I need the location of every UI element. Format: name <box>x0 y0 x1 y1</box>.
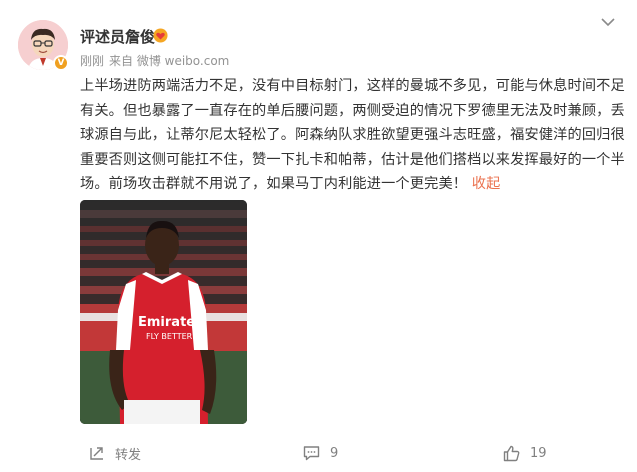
weibo-post-card: 评述员詹俊 刚刚来自 微博 weibo.com 上半场进防两端活力不足，没有中目… <box>0 0 637 472</box>
comment-icon <box>303 446 320 461</box>
post-body: 上半场进防两端活力不足，没有中目标射门，这样的曼城不多见，可能与休息时间不足有关… <box>80 78 625 193</box>
like-count: 19 <box>530 445 547 461</box>
post-meta: 刚刚 来自 微博 weibo.com <box>80 52 234 69</box>
vip-heart-icon[interactable] <box>153 28 168 43</box>
author-name[interactable]: 评述员詹俊 <box>80 26 155 47</box>
post-image[interactable]: Emirates FLY BETTER <box>80 200 247 424</box>
verified-badge-icon <box>53 55 69 71</box>
comment-button[interactable]: 9 <box>303 441 338 465</box>
shirt-slogan-text: FLY BETTER <box>146 332 193 341</box>
collapse-link[interactable]: 收起 <box>472 176 501 192</box>
post-source: 来自 微博 weibo.com <box>109 54 230 68</box>
chevron-down-icon[interactable] <box>601 17 615 27</box>
repost-label: 转发 <box>115 447 142 463</box>
player-photo-illustration: Emirates FLY BETTER <box>80 200 247 424</box>
thumbs-up-icon <box>503 445 520 461</box>
shirt-sponsor-text: Emirates <box>138 315 203 330</box>
repost-icon <box>90 447 103 460</box>
post-time[interactable]: 刚刚 <box>80 54 104 68</box>
like-button[interactable]: 19 <box>503 441 547 465</box>
repost-button[interactable]: 转发 <box>89 441 141 465</box>
post-text: 上半场进防两端活力不足，没有中目标射门，这样的曼城不多见，可能与休息时间不足有关… <box>80 74 628 197</box>
post-actions: 转发 9 19 <box>0 441 637 465</box>
comment-count: 9 <box>330 445 339 461</box>
